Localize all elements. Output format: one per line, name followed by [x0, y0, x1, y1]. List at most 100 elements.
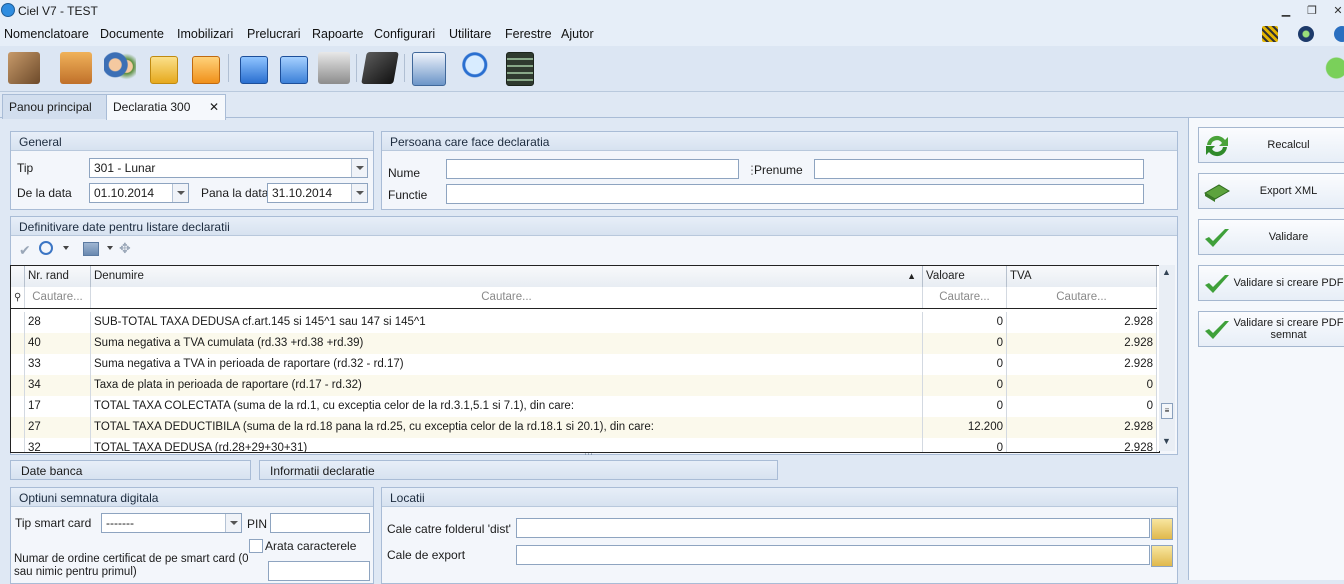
scroll-thumb[interactable]: ≡: [1161, 403, 1173, 419]
table-row[interactable]: 34 Taxa de plata in perioada de raportar…: [11, 375, 1157, 397]
recalcul-button[interactable]: Recalcul: [1198, 127, 1344, 163]
col-nr-rand[interactable]: Nr. rand: [25, 266, 91, 287]
search-icon[interactable]: [39, 241, 53, 255]
col-tva[interactable]: TVA: [1007, 266, 1157, 287]
table-row[interactable]: 27 TOTAL TAXA DEDUCTIBILA (suma de la rd…: [11, 417, 1157, 439]
tab-declaratia-300[interactable]: Declaratia 300 ✕: [106, 94, 226, 120]
close-tab-icon[interactable]: ✕: [209, 95, 219, 119]
sort-asc-icon: ▲: [907, 271, 916, 281]
chevron-down-icon[interactable]: [172, 184, 188, 202]
filter-row: ⚲ Cautare... Cautare... Cautare... Cauta…: [11, 287, 1157, 309]
folder-icon[interactable]: [1151, 545, 1173, 567]
tip-select[interactable]: 301 - Lunar: [89, 158, 368, 178]
transfer-icon[interactable]: [192, 56, 220, 84]
minimize-button[interactable]: ▁: [1278, 3, 1294, 19]
filter-tva[interactable]: Cautare...: [1007, 287, 1157, 308]
chevron-down-icon[interactable]: [107, 246, 113, 250]
chevron-down-icon[interactable]: [351, 159, 367, 177]
filter-nr-rand[interactable]: Cautare...: [25, 287, 91, 308]
columns-icon[interactable]: [83, 242, 99, 256]
pana-la-data-label: Pana la data: [201, 186, 269, 200]
close-button[interactable]: ✕: [1330, 3, 1344, 19]
box-icon[interactable]: [60, 52, 92, 84]
numar-ordine-input[interactable]: [268, 561, 370, 581]
dist-path-input[interactable]: [516, 518, 1150, 538]
export-path-input[interactable]: [516, 545, 1150, 565]
book-icon[interactable]: [361, 52, 399, 84]
tab-panou-principal[interactable]: Panou principal: [2, 94, 118, 119]
panel-title: Locatii: [390, 491, 425, 505]
sync-icon[interactable]: [280, 56, 308, 84]
chevron-down-icon[interactable]: [63, 246, 69, 250]
declaration-grid[interactable]: Nr. rand Denumire ▲ Valoare TVA ⚲ Cautar…: [10, 265, 1160, 453]
chevron-down-icon[interactable]: [351, 184, 367, 202]
globe-icon[interactable]: [1298, 26, 1314, 42]
filter-valoare[interactable]: Cautare...: [923, 287, 1007, 308]
prenume-input[interactable]: [814, 159, 1144, 179]
folder-icon[interactable]: [1151, 518, 1173, 540]
document-tabs: Panou principal Declaratia 300 ✕: [0, 92, 1344, 120]
tab-informatii-declaratie[interactable]: Informatii declaratie: [259, 460, 778, 480]
help-icon[interactable]: [1334, 26, 1344, 42]
general-panel: General Tip 301 - Lunar De la data 01.10…: [10, 131, 374, 210]
calculator-icon[interactable]: [506, 52, 534, 86]
handshake-icon[interactable]: [8, 52, 40, 84]
scroll-down-icon[interactable]: ▼: [1162, 436, 1171, 446]
splitter-grip[interactable]: ⋯: [584, 449, 593, 460]
move-icon[interactable]: ✥: [119, 240, 131, 257]
pin-input[interactable]: [270, 513, 370, 533]
table-row[interactable]: 28 SUB-TOTAL TAXA DEDUSA cf.art.145 si 1…: [11, 312, 1157, 334]
app-logo-icon: [1, 3, 15, 17]
magnifier-icon[interactable]: [462, 52, 494, 84]
export-label: Cale de export: [387, 548, 466, 562]
chat-icon[interactable]: [1322, 52, 1344, 84]
prenume-label: Prenume: [754, 163, 803, 177]
dist-label: Cale catre folderul 'dist': [387, 522, 511, 536]
window-title: Ciel V7 - TEST: [18, 4, 98, 18]
locatii-panel: Locatii Cale catre folderul 'dist' Cale …: [381, 487, 1178, 584]
upload-icon[interactable]: [240, 56, 268, 84]
restore-button[interactable]: ❐: [1304, 3, 1320, 19]
grid-scrollbar[interactable]: ▲ ≡ ▼: [1159, 265, 1175, 451]
menu-configurari[interactable]: Configurari: [374, 27, 435, 41]
checkmark-icon[interactable]: ✔: [19, 242, 31, 259]
functie-input[interactable]: [446, 184, 1144, 204]
nume-input[interactable]: [446, 159, 739, 179]
tab-date-banca[interactable]: Date banca: [10, 460, 251, 480]
chevron-down-icon[interactable]: [225, 514, 241, 532]
pattern-icon[interactable]: [1262, 26, 1278, 42]
persoana-panel: Persoana care face declaratia Nume ⋮ Pre…: [381, 131, 1178, 210]
col-valoare[interactable]: Valoare: [923, 266, 1007, 287]
menu-utilitare[interactable]: Utilitare: [449, 27, 491, 41]
menu-rapoarte[interactable]: Rapoarte: [312, 27, 363, 41]
table-row[interactable]: 17 TOTAL TAXA COLECTATA (suma de la rd.1…: [11, 396, 1157, 418]
menu-ferestre[interactable]: Ferestre: [505, 27, 552, 41]
menu-prelucrari[interactable]: Prelucrari: [247, 27, 301, 41]
export-xml-button[interactable]: Export XML: [1198, 173, 1344, 209]
menu-nomenclatoare[interactable]: Nomenclatoare: [4, 27, 89, 41]
table-row[interactable]: 40 Suma negativa a TVA cumulata (rd.33 +…: [11, 333, 1157, 355]
menu-imobilizari[interactable]: Imobilizari: [177, 27, 233, 41]
print-icon[interactable]: [412, 52, 446, 86]
menu-documente[interactable]: Documente: [100, 27, 164, 41]
validare-button[interactable]: Validare: [1198, 219, 1344, 255]
arata-caracterele-checkbox[interactable]: [249, 539, 263, 553]
scroll-up-icon[interactable]: ▲: [1162, 267, 1171, 277]
checkmark-icon: [1205, 275, 1229, 293]
cash-register-icon[interactable]: [318, 52, 350, 84]
checkmark-icon: [1205, 321, 1229, 339]
tip-smart-card-select[interactable]: -------: [101, 513, 242, 533]
users-icon[interactable]: [104, 52, 136, 84]
table-row[interactable]: 33 Suma negativa a TVA in perioada de ra…: [11, 354, 1157, 376]
refresh-icon: [1206, 135, 1228, 157]
filter-denumire[interactable]: Cautare...: [91, 287, 923, 308]
de-la-data-picker[interactable]: 01.10.2014: [89, 183, 189, 203]
validare-pdf-semnat-button[interactable]: Validare si creare PDF semnat: [1198, 311, 1344, 347]
validare-pdf-button[interactable]: Validare si creare PDF: [1198, 265, 1344, 301]
download-icon[interactable]: [150, 56, 178, 84]
pana-la-data-picker[interactable]: 31.10.2014: [267, 183, 368, 203]
pin-label: PIN: [247, 517, 268, 531]
numar-ordine-label: Numar de ordine certificat de pe smart c…: [14, 553, 249, 578]
col-denumire[interactable]: Denumire ▲: [91, 266, 923, 287]
menu-ajutor[interactable]: Ajutor: [561, 27, 594, 41]
